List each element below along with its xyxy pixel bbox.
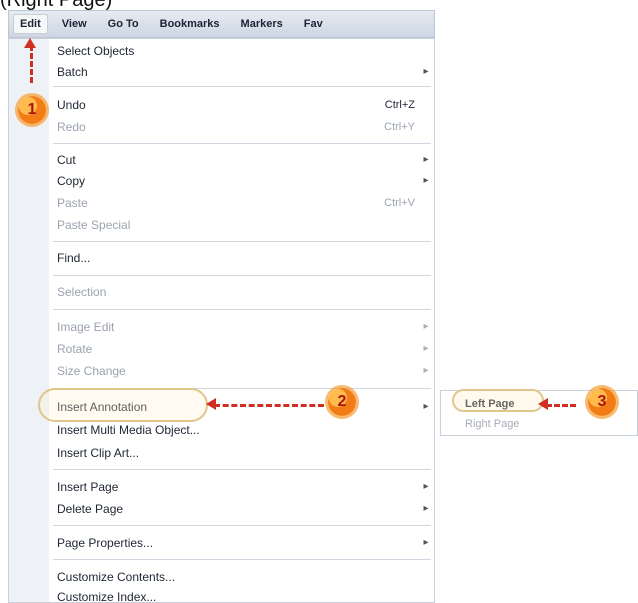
menu-item-label: Paste bbox=[57, 196, 88, 210]
left-page-highlight bbox=[452, 389, 544, 412]
menu-separator bbox=[53, 559, 431, 560]
menu-go-to[interactable]: Go To bbox=[101, 14, 146, 34]
shortcut-label: Ctrl+Z bbox=[384, 99, 415, 111]
step-badge-1: 1 bbox=[18, 96, 46, 124]
step-badge-3: 3 bbox=[588, 388, 616, 416]
menu-favorites[interactable]: Fav bbox=[297, 14, 330, 34]
callout-line-1 bbox=[30, 45, 33, 83]
menu-item-selection: Selection bbox=[57, 282, 433, 302]
menu-item-image-edit: Image Edit ▸ bbox=[57, 317, 433, 337]
menu-item-cut[interactable]: Cut ▸ bbox=[57, 150, 433, 170]
menu-view[interactable]: View bbox=[55, 14, 94, 34]
menu-item-label: Delete Page bbox=[57, 502, 124, 516]
menu-item-label: Selection bbox=[57, 285, 107, 299]
submenu-arrow-icon: ▸ bbox=[423, 537, 429, 548]
submenu-arrow-icon: ▸ bbox=[423, 503, 429, 514]
menu-item-paste: Paste Ctrl+V bbox=[57, 193, 433, 213]
menu-item-label: Insert Page bbox=[57, 480, 119, 494]
submenu-arrow-icon: ▸ bbox=[423, 321, 429, 332]
menu-separator bbox=[53, 143, 431, 144]
menu-bookmarks[interactable]: Bookmarks bbox=[153, 14, 227, 34]
menu-separator bbox=[53, 275, 431, 276]
menu-item-size-change: Size Change ▸ bbox=[57, 361, 433, 381]
menu-separator bbox=[53, 241, 431, 242]
submenu-arrow-icon: ▸ bbox=[423, 401, 429, 412]
menu-item-label: Select Objects bbox=[57, 44, 135, 58]
arrow-left-icon bbox=[538, 398, 548, 410]
menu-item-label: Size Change bbox=[57, 364, 126, 378]
menu-item-label: Paste Special bbox=[57, 218, 131, 232]
menu-separator bbox=[53, 525, 431, 526]
submenu-arrow-icon: ▸ bbox=[423, 175, 429, 186]
menu-separator bbox=[53, 86, 431, 87]
menu-item-label: Page Properties... bbox=[57, 536, 154, 550]
menu-item-label: Insert Clip Art... bbox=[57, 446, 140, 460]
menu-item-delete-page[interactable]: Delete Page ▸ bbox=[57, 499, 433, 519]
step-badge-2: 2 bbox=[328, 388, 356, 416]
menu-edit[interactable]: Edit bbox=[13, 14, 48, 34]
submenu-item-label: Right Page bbox=[465, 418, 520, 430]
insert-annotation-highlight bbox=[38, 388, 208, 422]
submenu-item-right-page: Right Page bbox=[465, 415, 519, 433]
menu-item-label: Cut bbox=[57, 153, 76, 167]
submenu-arrow-icon: ▸ bbox=[423, 343, 429, 354]
menu-item-batch[interactable]: Batch ▸ bbox=[57, 62, 433, 82]
submenu-arrow-icon: ▸ bbox=[423, 154, 429, 165]
shortcut-label: Ctrl+V bbox=[384, 197, 415, 209]
submenu-arrow-icon: ▸ bbox=[423, 481, 429, 492]
menu-item-customize-contents[interactable]: Customize Contents... bbox=[57, 567, 433, 587]
menu-item-insert-multimedia[interactable]: Insert Multi Media Object... bbox=[57, 420, 433, 440]
callout-line-2 bbox=[214, 404, 324, 407]
menu-item-redo: Redo Ctrl+Y bbox=[57, 117, 433, 137]
shortcut-label: Ctrl+Y bbox=[384, 121, 415, 133]
menu-item-rotate: Rotate ▸ bbox=[57, 339, 433, 359]
menu-item-insert-page[interactable]: Insert Page ▸ bbox=[57, 477, 433, 497]
menu-item-label: Customize Contents... bbox=[57, 570, 176, 584]
submenu-arrow-icon: ▸ bbox=[423, 66, 429, 77]
menu-markers[interactable]: Markers bbox=[234, 14, 290, 34]
step-number: 3 bbox=[597, 393, 607, 410]
menu-item-label: Rotate bbox=[57, 342, 93, 356]
menu-item-label: Insert Multi Media Object... bbox=[57, 423, 200, 437]
menu-item-customize-index[interactable]: Customize Index... bbox=[57, 587, 433, 603]
menu-item-insert-clip-art[interactable]: Insert Clip Art... bbox=[57, 443, 433, 463]
menu-item-copy[interactable]: Copy ▸ bbox=[57, 171, 433, 191]
menu-item-paste-special: Paste Special bbox=[57, 215, 433, 235]
menu-item-find[interactable]: Find... bbox=[57, 248, 433, 268]
menu-item-label: Undo bbox=[57, 98, 86, 112]
menu-item-label: Image Edit bbox=[57, 320, 115, 334]
menu-item-label: Copy bbox=[57, 174, 86, 188]
menu-item-undo[interactable]: Undo Ctrl+Z bbox=[57, 95, 433, 115]
arrow-up-icon bbox=[24, 38, 36, 48]
menu-item-label: Batch bbox=[57, 65, 88, 79]
menu-item-label: Redo bbox=[57, 120, 86, 134]
callout-line-3 bbox=[546, 404, 576, 407]
menu-item-label: Customize Index... bbox=[57, 590, 157, 603]
screenshot-stage: (Right Page) Edit View Go To Bookmarks M… bbox=[0, 0, 638, 603]
menu-separator bbox=[53, 309, 431, 310]
step-number: 1 bbox=[27, 101, 37, 118]
menu-item-label: Find... bbox=[57, 251, 91, 265]
submenu-arrow-icon: ▸ bbox=[423, 365, 429, 376]
edit-menu: Select Objects Batch ▸ Undo Ctrl+Z Redo … bbox=[8, 38, 435, 603]
step-number: 2 bbox=[337, 393, 347, 410]
menu-bar: Edit View Go To Bookmarks Markers Fav bbox=[8, 10, 435, 38]
menu-item-select-objects[interactable]: Select Objects bbox=[57, 41, 433, 61]
menu-separator bbox=[53, 469, 431, 470]
arrow-left-icon bbox=[206, 398, 216, 410]
menu-item-page-properties[interactable]: Page Properties... ▸ bbox=[57, 533, 433, 553]
